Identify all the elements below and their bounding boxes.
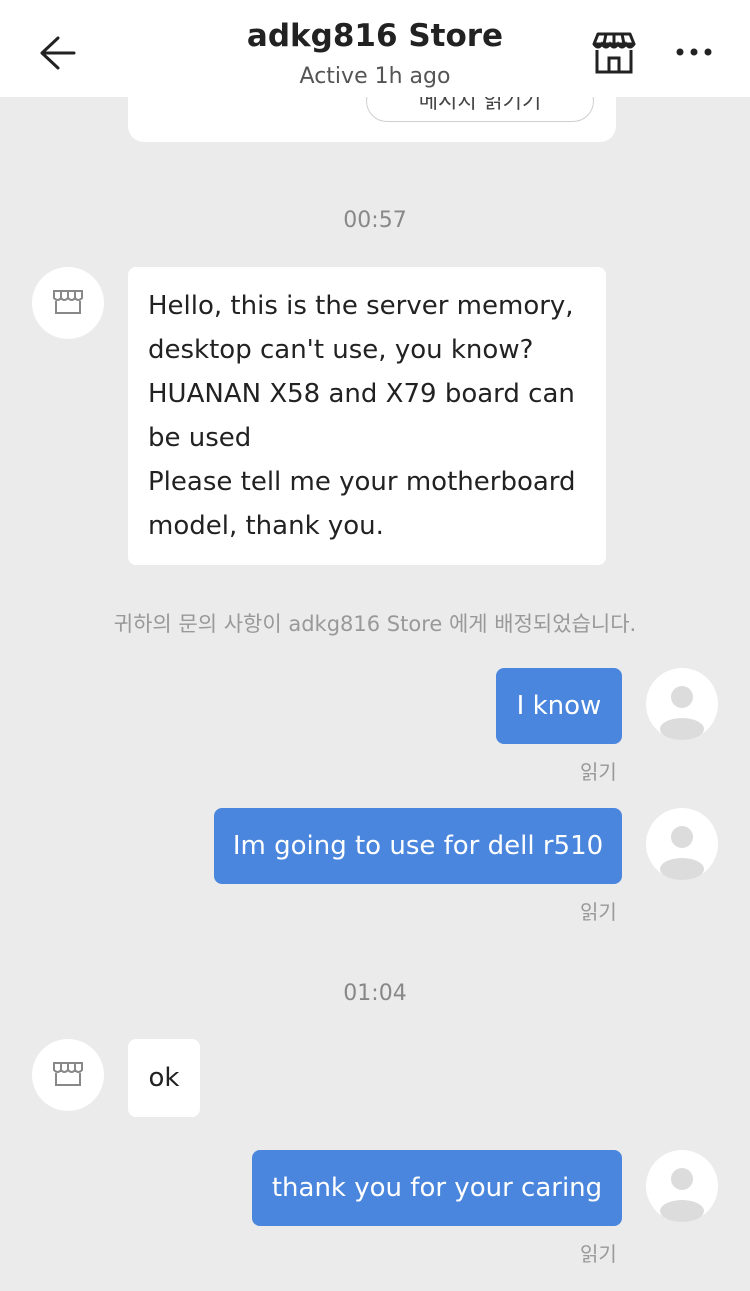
user-avatar[interactable] xyxy=(646,668,718,740)
message-line: Please tell me your motherboard xyxy=(148,467,576,497)
message-line: HUANAN X58 and X79 board can xyxy=(148,379,575,409)
message-line: be used xyxy=(148,423,252,453)
ellipsis-icon xyxy=(676,48,712,56)
store-button[interactable] xyxy=(590,30,638,76)
message-bubble-outgoing[interactable]: thank you for your caring xyxy=(252,1150,622,1226)
message-line: model, thank you. xyxy=(148,511,384,541)
timestamp: 01:04 xyxy=(343,981,407,1006)
more-options-button[interactable] xyxy=(672,40,716,64)
timestamp: 00:57 xyxy=(343,208,407,233)
message-bubble-outgoing[interactable]: I know xyxy=(496,668,622,744)
chat-header: adkg816 Store Active 1h ago xyxy=(0,0,750,97)
read-receipt: 읽기 xyxy=(580,900,617,924)
store-avatar-icon xyxy=(53,1062,83,1086)
message-line: Hello, this is the server memory, xyxy=(148,291,574,321)
message-bubble-incoming[interactable]: Hello, this is the server memory, deskto… xyxy=(128,267,606,565)
storefront-icon xyxy=(592,32,636,74)
user-avatar[interactable] xyxy=(646,1150,718,1222)
store-avatar[interactable] xyxy=(32,1039,104,1111)
message-bubble-incoming[interactable]: ok xyxy=(128,1039,200,1117)
user-placeholder-icon xyxy=(660,686,704,740)
system-notice: 귀하의 문의 사항이 adkg816 Store 에게 배정되었습니다. xyxy=(113,612,637,636)
read-receipt: 읽기 xyxy=(580,1242,617,1266)
store-avatar-icon xyxy=(53,290,83,314)
read-receipt: 읽기 xyxy=(580,760,617,784)
user-placeholder-icon xyxy=(660,1168,704,1222)
user-placeholder-icon xyxy=(660,826,704,880)
store-avatar[interactable] xyxy=(32,267,104,339)
user-avatar[interactable] xyxy=(646,808,718,880)
message-bubble-outgoing[interactable]: Im going to use for dell r510 xyxy=(214,808,622,884)
message-line: desktop can't use, you know? xyxy=(148,335,534,365)
